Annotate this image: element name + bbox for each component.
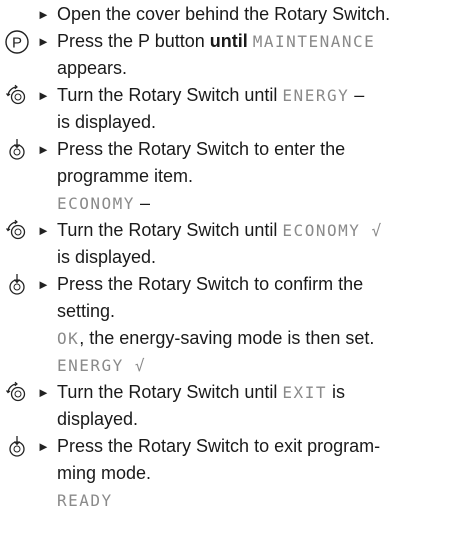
step-text: Turn the Rotary Switch until ECONOMY √ i… [57, 217, 447, 271]
step-line: displayed. [57, 409, 139, 429]
step-text-part: Press the P button [57, 31, 210, 51]
emphasis-until: until [209, 31, 248, 51]
step-line: Press the P button until MAINTENANCE [57, 28, 447, 55]
svg-text:P: P [12, 34, 22, 51]
rotary-press-icon [2, 136, 32, 163]
bullet-arrow-icon: ► [37, 277, 50, 292]
step-line: Press the Rotary Switch to exit program- [57, 436, 381, 456]
step-text-part: – [349, 85, 365, 105]
p-button-icon: P [2, 28, 32, 55]
rotary-turn-icon [2, 217, 32, 244]
step-line: Turn the Rotary Switch until ECONOMY √ [57, 217, 447, 244]
step-text-part: Turn the Rotary Switch until [57, 85, 283, 105]
step-line: Turn the Rotary Switch until ENERGY – [57, 82, 447, 109]
step-text: Press the P button until MAINTENANCE app… [57, 28, 447, 82]
display-text-ready: READY [57, 491, 113, 510]
step-text: Press the Rotary Switch to enter the pro… [57, 136, 447, 217]
instruction-page: ► Open the cover behind the Rotary Switc… [0, 0, 450, 556]
step-line: is displayed. [57, 247, 157, 267]
step-text: Turn the Rotary Switch until ENERGY – is… [57, 82, 447, 136]
step-line: Press the Rotary Switch to enter the [57, 139, 346, 159]
display-text-energy: ENERGY [282, 86, 350, 105]
step-text-part: – [134, 193, 150, 213]
display-checkmark: √ [123, 356, 147, 375]
bullet-arrow-icon: ► [37, 385, 50, 400]
step-line: programme item. [57, 166, 194, 186]
step-line: Press the Rotary Switch to confirm the [57, 274, 364, 294]
display-text-energy: ENERGY [57, 356, 124, 375]
step-line: setting. [57, 301, 116, 321]
rotary-press-icon [2, 271, 32, 298]
bullet-arrow-icon: ► [37, 7, 50, 22]
step-line: is displayed. [57, 112, 157, 132]
display-checkmark: √ [360, 221, 383, 240]
step-text: Press the Rotary Switch to exit program-… [57, 433, 447, 514]
step-line: ECONOMY – [57, 190, 447, 217]
step-text: Open the cover behind the Rotary Switch. [57, 1, 447, 28]
rotary-turn-icon [2, 82, 32, 109]
step-text: Press the Rotary Switch to confirm the s… [57, 271, 447, 379]
step-line: ming mode. [57, 463, 152, 483]
bullet-arrow-icon: ► [37, 34, 50, 49]
step-line: OK, the energy-saving mode is then set. [57, 325, 447, 352]
step-text: Turn the Rotary Switch until EXIT is dis… [57, 379, 447, 433]
bullet-arrow-icon: ► [37, 439, 50, 454]
step-text-part: , the energy-saving mode is then set. [79, 328, 375, 348]
step-line: Turn the Rotary Switch until EXIT is [57, 379, 447, 406]
display-text-economy: ECONOMY [57, 194, 135, 213]
step-line: appears. [57, 58, 128, 78]
step-text-part: Turn the Rotary Switch until [57, 220, 283, 240]
display-text-economy: ECONOMY [282, 221, 361, 240]
rotary-turn-icon [2, 379, 32, 406]
step-line: ENERGY √ [57, 352, 447, 379]
step-text-part: is [326, 382, 345, 402]
rotary-press-icon [2, 433, 32, 460]
bullet-arrow-icon: ► [37, 223, 50, 238]
bullet-arrow-icon: ► [37, 88, 50, 103]
display-text-exit: EXIT [282, 383, 327, 402]
step-text-part: Turn the Rotary Switch until [57, 382, 283, 402]
step-line: Open the cover behind the Rotary Switch. [57, 4, 391, 24]
display-text-ok: OK [57, 329, 80, 348]
step-line: READY [57, 487, 447, 514]
bullet-arrow-icon: ► [37, 142, 50, 157]
display-text-maintenance: MAINTENANCE [252, 32, 376, 51]
